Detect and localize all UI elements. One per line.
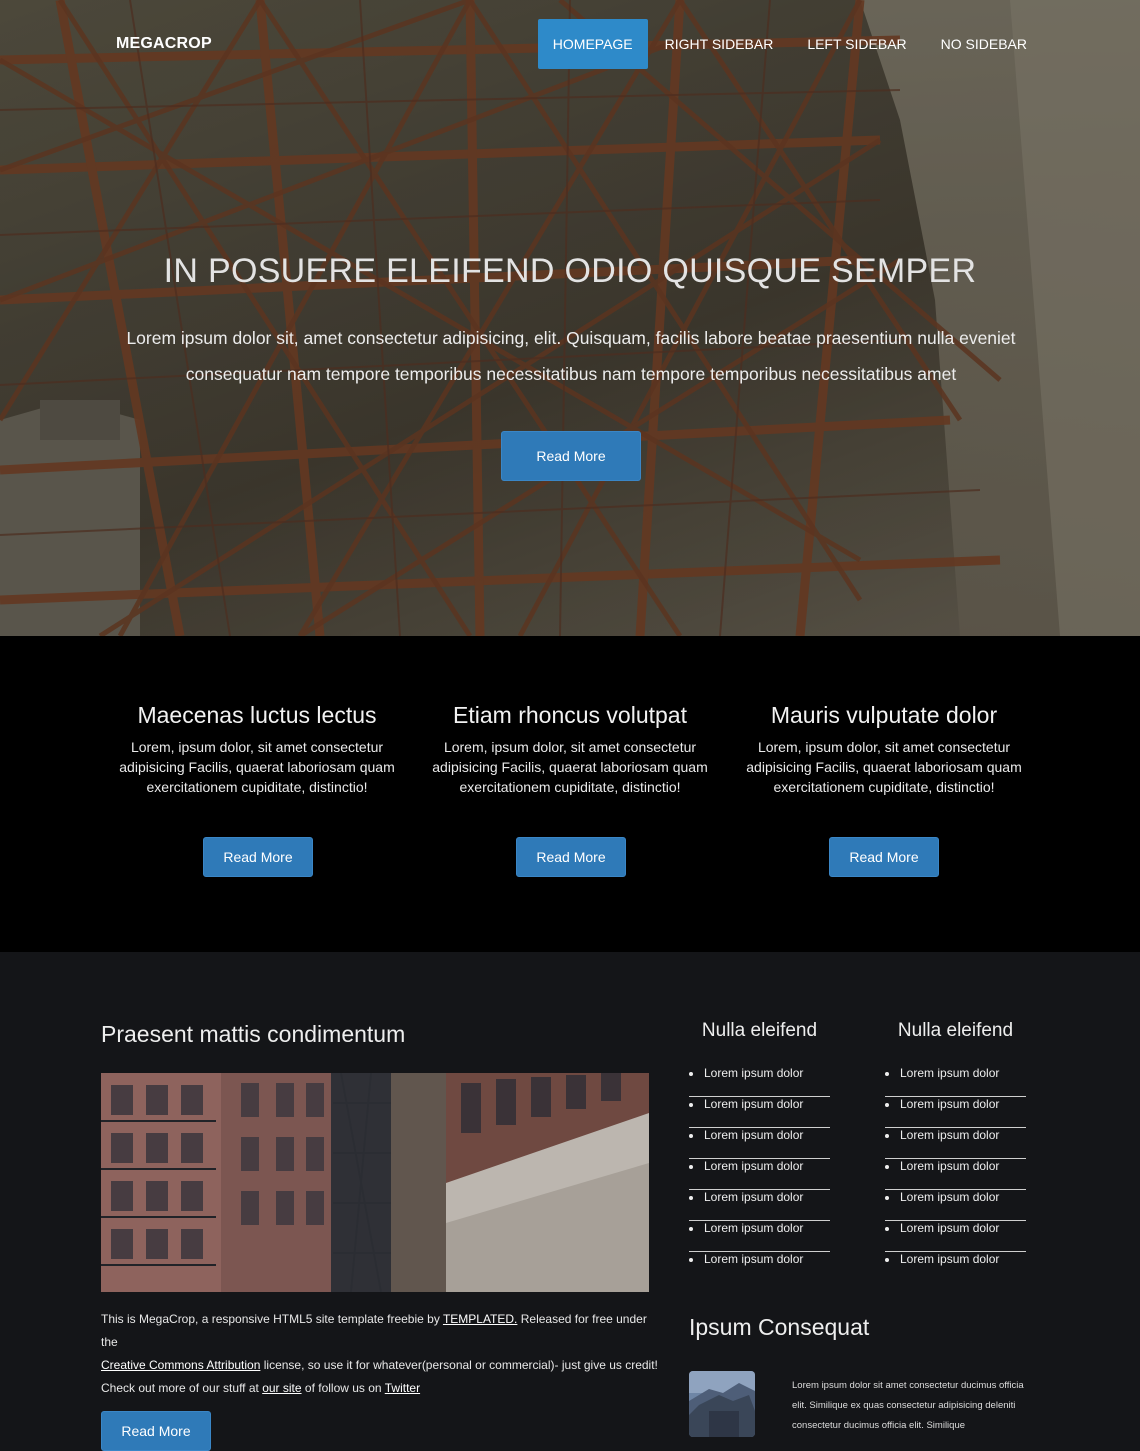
nav-item-no-sidebar[interactable]: NO SIDEBAR xyxy=(924,19,1044,69)
hero-description: Lorem ipsum dolor sit, amet consectetur … xyxy=(126,328,1016,384)
hero-background-image xyxy=(0,0,1140,636)
sidebar-link[interactable]: Lorem ipsum dolor xyxy=(689,1128,830,1159)
sidebar-link[interactable]: Lorem ipsum dolor xyxy=(689,1190,830,1221)
feature-card: Maecenas luctus lectus Lorem, ipsum dolo… xyxy=(112,702,402,877)
post-title: Praesent mattis condimentum xyxy=(101,1021,406,1047)
post-read-more-button[interactable]: Read More xyxy=(101,1411,211,1451)
feature-read-more-button[interactable]: Read More xyxy=(829,837,939,877)
feature-title: Mauris vulputate dolor xyxy=(770,702,998,728)
sidebar-link-list: Lorem ipsum dolor Lorem ipsum dolor Lore… xyxy=(885,1066,1026,1283)
post-text-1: This is MegaCrop, a responsive HTML5 sit… xyxy=(101,1312,443,1326)
sidebar-link[interactable]: Lorem ipsum dolor xyxy=(689,1097,830,1128)
twitter-link[interactable]: Twitter xyxy=(385,1381,420,1395)
feature-card: Mauris vulputate dolor Lorem, ipsum dolo… xyxy=(739,702,1029,877)
sidebar-link[interactable]: Lorem ipsum dolor xyxy=(689,1221,830,1252)
sidebar-link[interactable]: Lorem ipsum dolor xyxy=(885,1159,1026,1190)
sidebar-link[interactable]: Lorem ipsum dolor xyxy=(885,1252,1026,1283)
templated-link[interactable]: TEMPLATED. xyxy=(443,1312,517,1326)
post-body: This is MegaCrop, a responsive HTML5 sit… xyxy=(101,1308,661,1400)
top-navigation: MEGACROP HOMEPAGE RIGHT SIDEBAR LEFT SID… xyxy=(0,0,1140,88)
sidebar-link[interactable]: Lorem ipsum dolor xyxy=(885,1128,1026,1159)
feature-text: Lorem, ipsum dolor, sit amet consectetur… xyxy=(746,739,1022,795)
ipsum-thumbnail[interactable] xyxy=(689,1371,755,1437)
nav-item-homepage[interactable]: HOMEPAGE xyxy=(537,19,648,69)
feature-read-more-button[interactable]: Read More xyxy=(203,837,313,877)
nav-item-left-sidebar[interactable]: LEFT SIDEBAR xyxy=(790,19,923,69)
feature-card: Etiam rhoncus volutpat Lorem, ipsum dolo… xyxy=(425,702,715,877)
site-logo[interactable]: MEGACROP xyxy=(116,35,212,53)
sidebar-link[interactable]: Lorem ipsum dolor xyxy=(689,1066,830,1097)
sidebar-link-list: Lorem ipsum dolor Lorem ipsum dolor Lore… xyxy=(689,1066,830,1283)
features-section: Maecenas luctus lectus Lorem, ipsum dolo… xyxy=(0,636,1140,952)
sidebar-column-title: Nulla eleifend xyxy=(897,1020,1014,1041)
feature-text: Lorem, ipsum dolor, sit amet consectetur… xyxy=(119,739,395,795)
sidebar-link[interactable]: Lorem ipsum dolor xyxy=(885,1190,1026,1221)
post-text-4: of follow us on xyxy=(301,1381,385,1395)
sidebar-links-column: Nulla eleifend Lorem ipsum dolor Lorem i… xyxy=(885,1020,1026,1283)
sidebar-link[interactable]: Lorem ipsum dolor xyxy=(885,1221,1026,1252)
nav-item-right-sidebar[interactable]: RIGHT SIDEBAR xyxy=(648,19,791,69)
our-site-link[interactable]: our site xyxy=(262,1381,301,1395)
main-content-section: Praesent mattis condimentum This is Mega… xyxy=(0,952,1140,1451)
sidebar-link[interactable]: Lorem ipsum dolor xyxy=(885,1097,1026,1128)
hero-title: IN POSUERE ELEIFEND ODIO QUISQUE SEMPER xyxy=(163,252,977,290)
main-menu: HOMEPAGE RIGHT SIDEBAR LEFT SIDEBAR NO S… xyxy=(537,19,1044,69)
sidebar-links-column: Nulla eleifend Lorem ipsum dolor Lorem i… xyxy=(689,1020,830,1283)
ipsum-section-title: Ipsum Consequat xyxy=(689,1314,870,1340)
feature-read-more-button[interactable]: Read More xyxy=(516,837,626,877)
hero-section: MEGACROP HOMEPAGE RIGHT SIDEBAR LEFT SID… xyxy=(0,0,1140,636)
feature-title: Maecenas luctus lectus xyxy=(137,702,377,728)
hero-read-more-button[interactable]: Read More xyxy=(501,431,641,481)
sidebar-link[interactable]: Lorem ipsum dolor xyxy=(885,1066,1026,1097)
creative-commons-link[interactable]: Creative Commons Attribution xyxy=(101,1358,260,1372)
feature-text: Lorem, ipsum dolor, sit amet consectetur… xyxy=(432,739,708,795)
sidebar-link[interactable]: Lorem ipsum dolor xyxy=(689,1252,830,1283)
sidebar-column-title: Nulla eleifend xyxy=(701,1020,818,1041)
post-image xyxy=(101,1073,649,1292)
sidebar-link[interactable]: Lorem ipsum dolor xyxy=(689,1159,830,1190)
ipsum-text: Lorem ipsum dolor sit amet consectetur d… xyxy=(792,1380,1024,1431)
feature-title: Etiam rhoncus volutpat xyxy=(453,702,687,728)
